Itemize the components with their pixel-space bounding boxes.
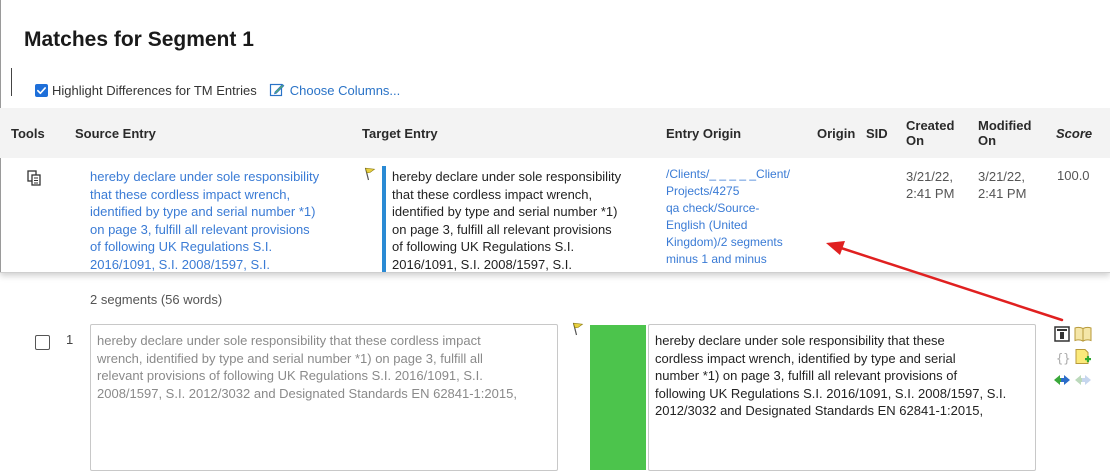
col-origin[interactable]: Origin — [817, 126, 855, 141]
match-modified-on: 3/21/22, 2:41 PM — [978, 168, 1026, 202]
origin-line: Projects/4275 — [666, 184, 740, 198]
match-score: 100.0 — [1057, 168, 1090, 183]
origin-line: English (United — [666, 218, 748, 232]
target-segment-line: cordless impact wrench, identified by ty… — [655, 350, 956, 366]
target-line: identified by type and serial number *1) — [392, 204, 618, 220]
source-segment-line: hereby declare under sole responsibility… — [97, 333, 481, 348]
target-segment-line: 2012/3032 and Designated Standards EN 62… — [655, 403, 984, 419]
insert-left-icon[interactable] — [1053, 373, 1071, 392]
columns-icon[interactable] — [1054, 326, 1070, 347]
col-score[interactable]: Score — [1056, 126, 1092, 141]
col-entry-origin[interactable]: Entry Origin — [666, 126, 741, 141]
match-source-entry[interactable]: hereby declare under sole responsibility… — [90, 168, 352, 272]
segment-number: 1 — [66, 332, 74, 347]
popup-title: Matches for Segment 1 — [24, 28, 254, 51]
match-target-entry[interactable]: hereby declare under sole responsibility… — [392, 168, 650, 272]
source-line: of following UK Regulations S.I. — [90, 239, 273, 255]
target-segment-text[interactable]: hereby declare under sole responsibility… — [655, 332, 1031, 420]
target-line: of following UK Regulations S.I. — [392, 239, 575, 255]
col-created-line2: On — [906, 133, 925, 148]
source-line: 2016/1091, S.I. 2008/1597, S.I. — [90, 256, 270, 272]
source-line: hereby declare under sole responsibility — [90, 169, 320, 184]
braces-icon[interactable]: {} — [1055, 350, 1071, 371]
insert-right-icon[interactable] — [1074, 373, 1092, 392]
col-created-line1: Created — [906, 118, 955, 133]
highlight-differences-label: Highlight Differences for TM Entries — [52, 82, 257, 98]
choose-columns-link[interactable]: Choose Columns... — [269, 82, 401, 98]
match-status-indicator — [590, 325, 646, 470]
col-created-on[interactable]: Created On — [906, 118, 954, 148]
match-created-on: 3/21/22, 2:41 PM — [906, 168, 954, 202]
target-line: hereby declare under sole responsibility — [392, 169, 622, 184]
checkmark-icon — [37, 86, 46, 94]
col-tools: Tools — [11, 126, 45, 141]
origin-line: minus 1 and minus — [666, 252, 767, 266]
source-line: that these cordless impact wrench, — [90, 186, 291, 202]
source-line: on page 3, fulfill all relevant provisio… — [90, 221, 310, 237]
matches-table-header: Tools Source Entry Target Entry Entry Or… — [0, 108, 1110, 158]
copy-icon[interactable] — [27, 170, 41, 191]
source-segment-line: relevant provisions of following UK Regu… — [97, 368, 483, 384]
segment-checkbox[interactable] — [35, 335, 50, 350]
origin-line: qa check/Source- — [666, 201, 760, 215]
flag-icon — [572, 322, 584, 341]
svg-text:{}: {} — [1056, 352, 1070, 366]
target-line: on page 3, fulfill all relevant provisio… — [392, 221, 612, 237]
book-icon[interactable] — [1074, 326, 1092, 347]
col-sid[interactable]: SID — [866, 126, 888, 141]
target-segment-line: hereby declare under sole responsibility… — [655, 333, 945, 348]
origin-line: /Clients/_ _ _ _ _Client/ — [666, 167, 791, 181]
col-modified-line1: Modified — [978, 118, 1032, 133]
target-match-bar — [382, 166, 386, 272]
created-date: 3/21/22, — [906, 169, 953, 184]
source-segment-line: wrench, identified by type and serial nu… — [97, 350, 483, 366]
col-source-entry[interactable]: Source Entry — [75, 126, 156, 141]
matches-popup: Matches for Segment 1 Highlight Differen… — [0, 0, 1110, 273]
source-line: identified by type and serial number *1) — [90, 204, 316, 220]
col-modified-on[interactable]: Modified On — [978, 118, 1031, 148]
col-modified-line2: On — [978, 133, 997, 148]
highlight-differences-checkbox[interactable] — [35, 83, 48, 97]
source-segment-line: 2008/1597, S.I. 2012/3032 and Designated… — [97, 385, 517, 401]
col-target-entry[interactable]: Target Entry — [362, 126, 438, 141]
add-note-icon[interactable] — [1074, 348, 1092, 371]
edit-icon — [269, 83, 285, 97]
modified-time: 2:41 PM — [978, 186, 1027, 201]
divider — [11, 68, 12, 96]
target-segment-line: following UK Regulations S.I. 2016/1091,… — [655, 385, 1007, 401]
target-line: that these cordless impact wrench, — [392, 186, 593, 202]
origin-line: Kingdom)/2 segments — [666, 235, 783, 249]
options-row: Highlight Differences for TM Entries Cho… — [35, 81, 400, 99]
flag-icon — [364, 167, 376, 186]
created-time: 2:41 PM — [906, 186, 955, 201]
modified-date: 3/21/22, — [978, 169, 1025, 184]
target-line: 2016/1091, S.I. 2008/1597, S.I. — [392, 256, 572, 272]
target-segment-line: number *1) on page 3, fulfill all releva… — [655, 368, 958, 384]
segments-count: 2 segments (56 words) — [90, 292, 223, 307]
match-entry-origin[interactable]: /Clients/_ _ _ _ _Client/ Projects/4275 … — [666, 166, 798, 272]
source-segment-text: hereby declare under sole responsibility… — [97, 332, 552, 402]
choose-columns-label: Choose Columns... — [289, 82, 401, 98]
